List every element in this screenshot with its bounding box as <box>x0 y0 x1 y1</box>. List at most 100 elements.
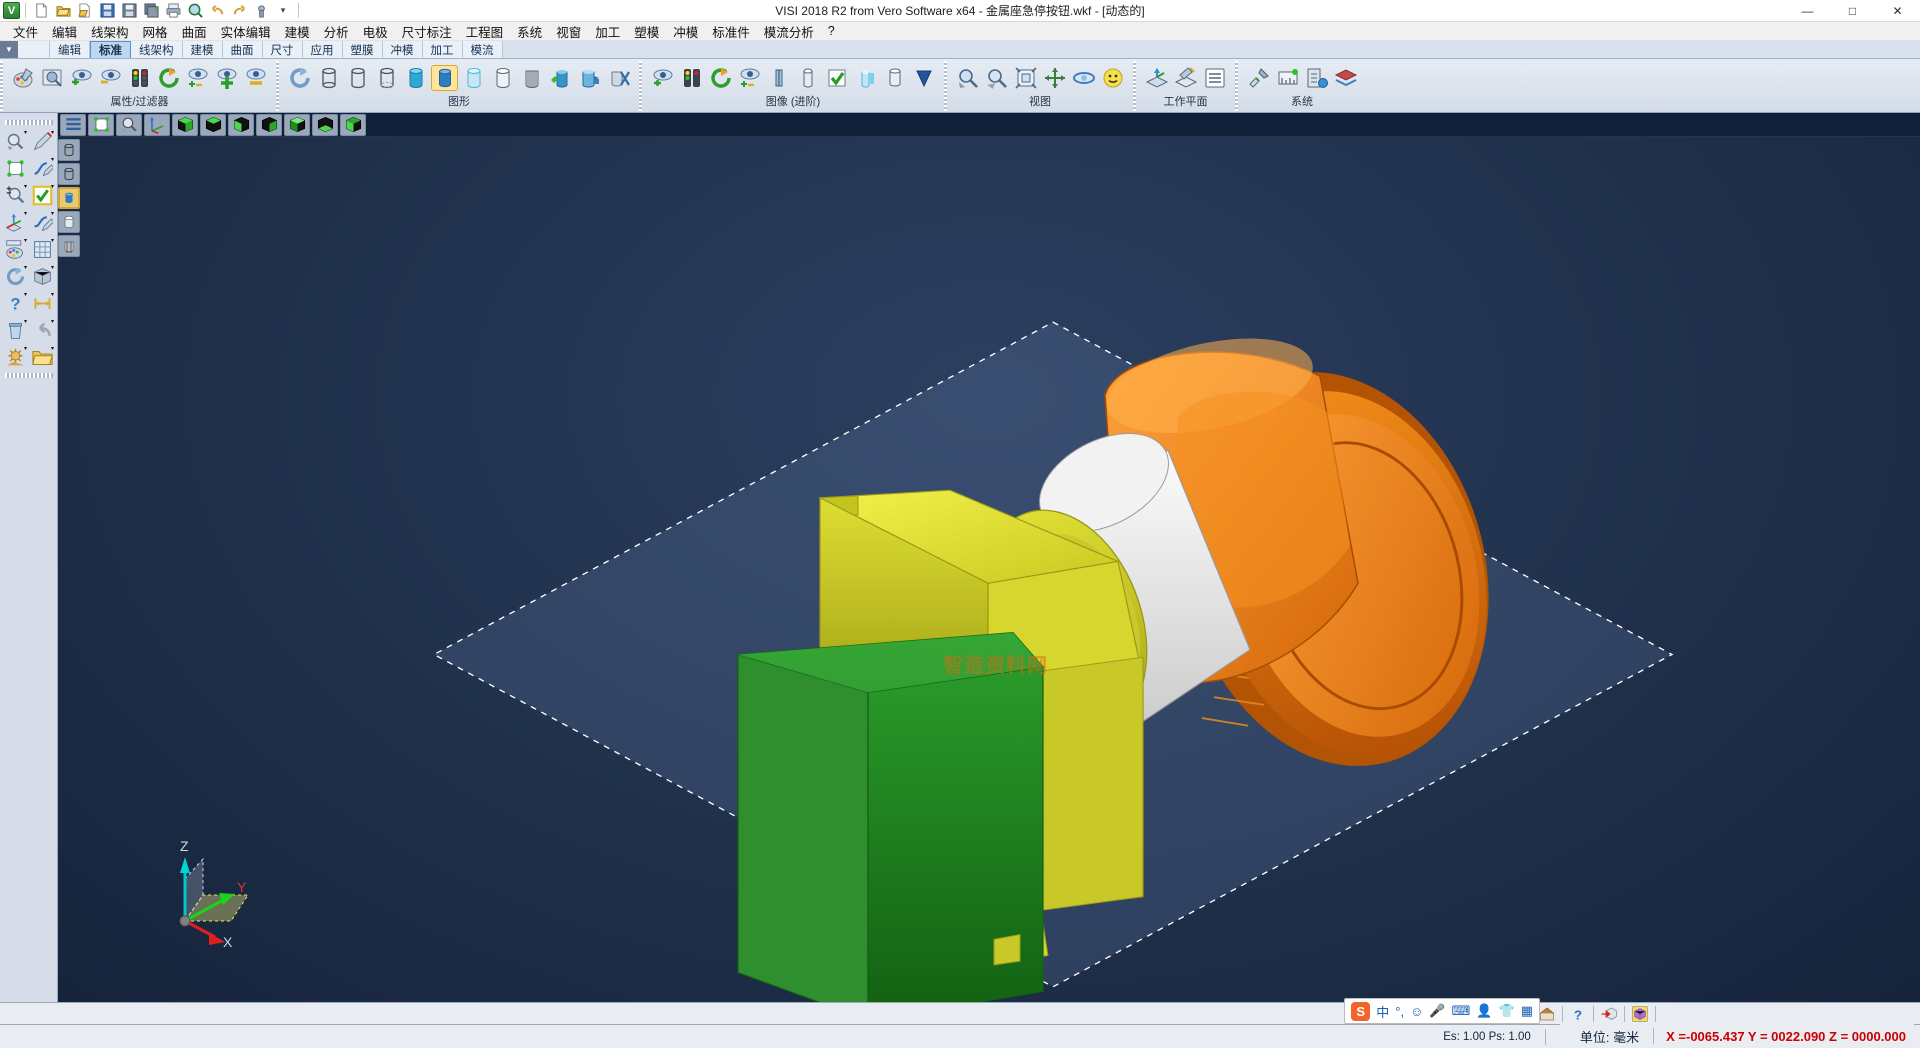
bottom-view-icon[interactable] <box>312 114 338 136</box>
hidden-side-icon[interactable] <box>58 163 80 185</box>
wireframe-side-icon[interactable] <box>58 139 80 161</box>
save-all-icon[interactable] <box>141 1 161 21</box>
menu-item-16[interactable]: 标准件 <box>705 21 757 42</box>
dropdown-arrow-icon[interactable]: ▾ <box>51 345 54 352</box>
cylinder-adv-icon[interactable] <box>794 65 821 91</box>
preview-icon[interactable] <box>185 1 205 21</box>
axis-move-icon[interactable]: ▾ <box>2 209 28 235</box>
ribbon-group-workplane-icons[interactable] <box>1138 59 1233 95</box>
ribbon-tab-wireframe[interactable]: 线架构 <box>131 41 183 58</box>
dimension-icon[interactable]: ▾ <box>29 290 55 316</box>
print-icon[interactable] <box>163 1 183 21</box>
dropdown-arrow-icon[interactable]: ▾ <box>24 237 27 244</box>
ribbon-tab-standard[interactable]: 标准 <box>90 41 131 58</box>
dropdown-arrow-icon[interactable]: ▾ <box>24 210 27 217</box>
ribbon-toolbar[interactable]: 属性/过滤器 图形 <box>0 59 1920 113</box>
edit-entity-icon[interactable]: ▾ <box>29 209 55 235</box>
menu-item-9[interactable]: 尺寸标注 <box>395 21 459 42</box>
zoom-plus-icon[interactable]: ▾ <box>2 182 28 208</box>
close-button[interactable]: ✕ <box>1875 0 1920 22</box>
menu-bar[interactable]: 文件 编辑 线架构 网格 曲面 实体编辑 建模 分析 电极 尺寸标注 工程图 系… <box>0 22 1920 41</box>
dropdown-arrow-icon[interactable]: ▾ <box>51 291 54 298</box>
menu-item-14[interactable]: 塑模 <box>627 21 666 42</box>
render-scene-icon[interactable]: ▾ <box>2 344 28 370</box>
ribbon-tab-surface[interactable]: 曲面 <box>223 41 263 58</box>
dropdown-arrow-icon[interactable]: ▾ <box>51 129 54 136</box>
ribbon-tab-mold[interactable]: 塑膜 <box>343 41 383 58</box>
maximize-button[interactable]: □ <box>1830 0 1875 22</box>
minimize-button[interactable]: — <box>1785 0 1830 22</box>
dropdown-arrow-icon[interactable]: ▾ <box>51 156 54 163</box>
view-smiley-icon[interactable] <box>1099 65 1126 91</box>
sogou-logo-icon[interactable]: S <box>1351 1002 1370 1021</box>
traffic-light-icon[interactable] <box>126 65 153 91</box>
ribbon-tab-machining[interactable]: 加工 <box>423 41 463 58</box>
redo-icon[interactable] <box>229 1 249 21</box>
import-icon[interactable] <box>75 1 95 21</box>
left-view-icon[interactable] <box>340 114 366 136</box>
dropdown-arrow-icon[interactable]: ▾ <box>51 183 54 190</box>
ime-user-icon[interactable]: 👤 <box>1476 1003 1492 1019</box>
system-calc-icon[interactable] <box>1303 65 1330 91</box>
dropdown-arrow-icon[interactable]: ▾ <box>24 264 27 271</box>
ime-mode-label[interactable]: 中 <box>1376 1002 1389 1021</box>
snap-cube-red-icon[interactable] <box>1598 1004 1620 1023</box>
shade-dark-icon[interactable] <box>881 65 908 91</box>
view-side-toolbar[interactable] <box>58 137 82 1002</box>
menu-item-7[interactable]: 分析 <box>317 21 356 42</box>
refresh-icon[interactable]: ▾ <box>2 263 28 289</box>
ime-skin-icon[interactable]: 👕 <box>1499 1003 1515 1019</box>
ime-keyboard-icon[interactable]: ⌨ <box>1452 1003 1471 1019</box>
menu-item-5[interactable]: 实体编辑 <box>214 21 278 42</box>
ribbon-group-graphics-icons[interactable] <box>281 59 637 95</box>
menu-item-3[interactable]: 网格 <box>136 21 175 42</box>
dropdown-arrow-icon[interactable]: ▾ <box>51 318 54 325</box>
shade-selected-icon[interactable] <box>431 65 458 91</box>
zoom-area-icon[interactable] <box>116 114 142 136</box>
open-file-icon[interactable] <box>53 1 73 21</box>
mesh-side-icon[interactable] <box>58 235 80 257</box>
fit-window-icon[interactable] <box>88 114 114 136</box>
ribbon-tab-press[interactable]: 冲模 <box>383 41 423 58</box>
dropdown-arrow-icon[interactable]: ▾ <box>51 237 54 244</box>
quick-render-icon[interactable] <box>576 65 603 91</box>
viewport-container[interactable]: 智造资料网 Z Y X <box>58 113 1920 1002</box>
arrow-down-icon[interactable] <box>910 65 937 91</box>
edit-curve-icon[interactable]: ▾ <box>29 155 55 181</box>
ribbon-tab-modeling[interactable]: 建模 <box>183 41 223 58</box>
menu-item-help[interactable]: ? <box>821 23 842 39</box>
undo-icon[interactable] <box>207 1 227 21</box>
ime-voice-icon[interactable]: 🎤 <box>1429 1003 1445 1019</box>
menu-item-0[interactable]: 文件 <box>6 21 45 42</box>
new-file-icon[interactable] <box>31 1 51 21</box>
qat-more-icon[interactable]: ▾ <box>273 1 293 21</box>
save-as-icon[interactable] <box>119 1 139 21</box>
menu-item-17[interactable]: 模流分析 <box>757 21 821 42</box>
boundary-box-icon[interactable] <box>2 155 28 181</box>
system-layer-icon[interactable] <box>1332 65 1359 91</box>
back-view-icon[interactable] <box>284 114 310 136</box>
grid-icon[interactable]: ▾ <box>29 236 55 262</box>
ime-toolbar[interactable]: S 中 °, ☺ 🎤 ⌨ 👤 👕 ▦ <box>1344 998 1540 1024</box>
layers-icon[interactable] <box>60 114 86 136</box>
toggle-visibility-icon[interactable] <box>184 65 211 91</box>
toggle-adv-icon[interactable] <box>736 65 763 91</box>
menu-item-4[interactable]: 曲面 <box>175 21 214 42</box>
ribbon-tab-flow[interactable]: 模流 <box>463 41 503 58</box>
menu-item-13[interactable]: 加工 <box>588 21 627 42</box>
menu-item-8[interactable]: 电极 <box>356 21 395 42</box>
refresh-adv-icon[interactable] <box>707 65 734 91</box>
hidden-line-icon[interactable] <box>344 65 371 91</box>
ribbon-dropdown-icon[interactable]: ▼ <box>0 41 18 58</box>
dynamic-cut-icon[interactable] <box>649 65 676 91</box>
top-view-icon[interactable] <box>200 114 226 136</box>
mesh-shade-icon[interactable] <box>518 65 545 91</box>
quick-access-toolbar[interactable]: V ▾ <box>0 0 302 21</box>
remove-visible-icon[interactable] <box>242 65 269 91</box>
ribbon-group-system-icons[interactable] <box>1240 59 1364 95</box>
pan-icon[interactable] <box>1041 65 1068 91</box>
select-filter-icon[interactable]: ▾ <box>2 128 28 154</box>
snap-help-icon[interactable]: ? <box>1567 1004 1589 1023</box>
outline-icon[interactable] <box>489 65 516 91</box>
ribbon-tab-row[interactable]: ▼ 编辑 标准 线架构 建模 曲面 尺寸 应用 塑膜 冲模 加工 模流 <box>0 41 1920 59</box>
